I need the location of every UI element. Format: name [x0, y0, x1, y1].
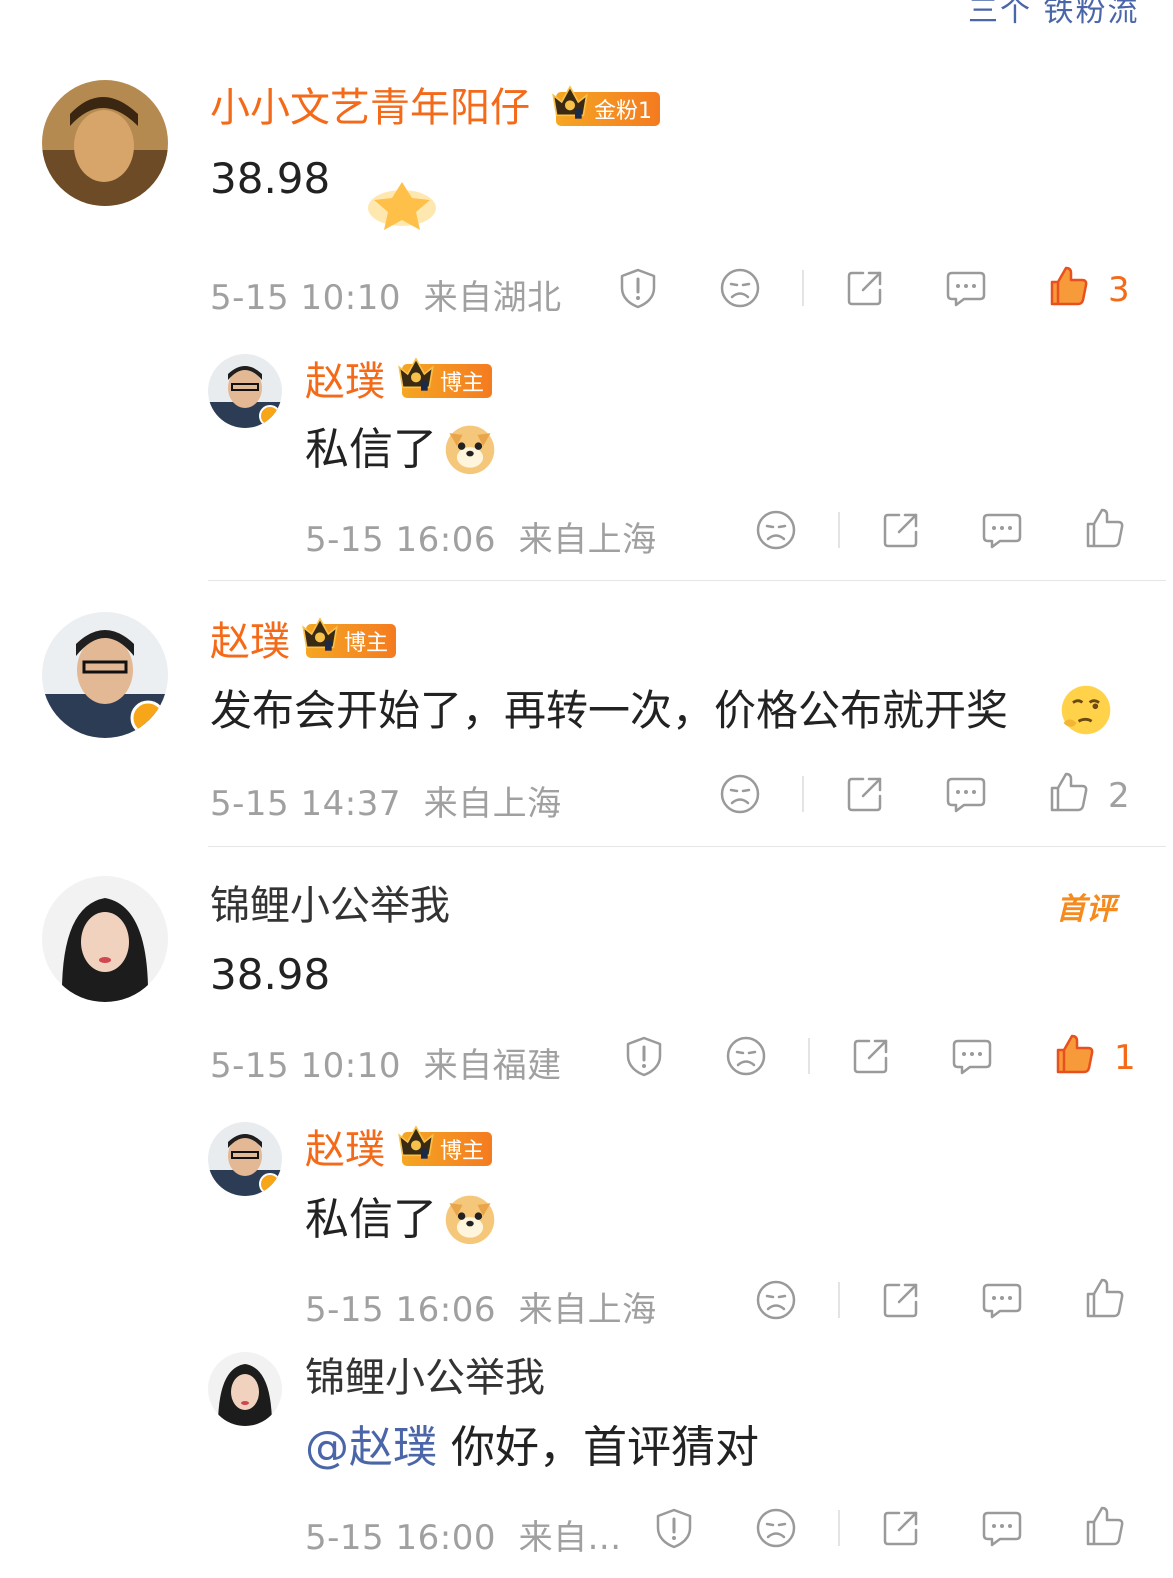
- username[interactable]: 赵璞: [210, 622, 290, 662]
- sticker-icon: [368, 182, 436, 230]
- reply-avatar[interactable]: [208, 354, 282, 428]
- comment-icon[interactable]: [950, 1034, 994, 1078]
- action-divider: [838, 1282, 840, 1318]
- blogger-badge: 博主: [402, 364, 493, 398]
- reply-body: 你好，首评猜对: [451, 1422, 759, 1473]
- crown-icon: [550, 82, 590, 122]
- like-icon[interactable]: [1082, 506, 1126, 550]
- fan-badge-label: 金粉1: [594, 99, 652, 124]
- like-icon[interactable]: [1082, 1276, 1126, 1320]
- reply-text: @赵璞 你好，首评猜对: [305, 1426, 759, 1470]
- action-divider: [838, 1510, 840, 1546]
- comment-text: 发布会开始了，再转一次，价格公布就开奖: [210, 686, 1009, 735]
- doge-emoji-icon: [442, 1190, 498, 1246]
- comment-icon[interactable]: [944, 266, 988, 310]
- crown-icon: [396, 354, 436, 394]
- blogger-badge-label: 博主: [344, 631, 389, 656]
- dislike-icon[interactable]: [718, 266, 762, 310]
- action-divider: [802, 776, 804, 812]
- avatar[interactable]: [42, 612, 168, 738]
- doge-emoji-icon: [442, 420, 498, 476]
- report-icon[interactable]: [622, 1034, 666, 1078]
- action-divider: [808, 1038, 810, 1074]
- like-icon[interactable]: [1046, 770, 1090, 814]
- crown-icon: [300, 614, 340, 654]
- action-divider: [802, 270, 804, 306]
- comment-text: 38.98: [210, 154, 331, 203]
- comment-divider: [208, 580, 1166, 581]
- reply-time: 5-15 16:00 来自...: [305, 1518, 622, 1558]
- dislike-icon[interactable]: [754, 1506, 798, 1550]
- comment-icon[interactable]: [980, 1278, 1024, 1322]
- comment-time: 5-15 10:10 来自湖北: [210, 278, 562, 318]
- crown-icon: [396, 1122, 436, 1162]
- comment-time: 5-15 14:37 来自上海: [210, 784, 562, 824]
- reply-text: 私信了: [305, 1194, 437, 1245]
- share-icon[interactable]: [879, 1506, 923, 1550]
- reply-time: 5-15 16:06 来自上海: [305, 520, 657, 560]
- comment-icon[interactable]: [944, 772, 988, 816]
- share-icon[interactable]: [843, 772, 887, 816]
- like-count: 1: [1114, 1038, 1136, 1078]
- reply-username[interactable]: 赵璞: [305, 1130, 385, 1170]
- share-icon[interactable]: [879, 508, 923, 552]
- blogger-badge: 博主: [306, 624, 397, 658]
- report-icon[interactable]: [652, 1506, 696, 1550]
- comment-divider: [208, 846, 1166, 847]
- avatar[interactable]: [42, 80, 168, 206]
- thinking-emoji-icon: [1058, 682, 1114, 738]
- blogger-badge: 博主: [402, 1132, 493, 1166]
- report-icon[interactable]: [616, 266, 660, 310]
- share-icon[interactable]: [843, 266, 887, 310]
- like-count: 2: [1108, 776, 1130, 816]
- like-count: 3: [1108, 270, 1130, 310]
- reply-username[interactable]: 赵璞: [305, 362, 385, 402]
- reply-text: 私信了: [305, 424, 437, 475]
- reply-time: 5-15 16:06 来自上海: [305, 1290, 657, 1330]
- comment-time: 5-15 10:10 来自福建: [210, 1046, 562, 1086]
- username[interactable]: 小小文艺青年阳仔: [210, 88, 530, 128]
- comment-icon[interactable]: [980, 508, 1024, 552]
- like-icon[interactable]: [1082, 1504, 1126, 1548]
- reply-username[interactable]: 锦鲤小公举我: [305, 1358, 545, 1398]
- reply-avatar[interactable]: [208, 1352, 282, 1426]
- blogger-badge-label: 博主: [440, 371, 485, 396]
- fan-badge: 金粉1: [556, 92, 660, 126]
- top-strip-text: 三个 铁粉流: [968, 0, 1140, 29]
- share-icon[interactable]: [849, 1034, 893, 1078]
- username[interactable]: 锦鲤小公举我: [210, 886, 450, 926]
- dislike-icon[interactable]: [754, 1278, 798, 1322]
- dislike-icon[interactable]: [718, 772, 762, 816]
- action-divider: [838, 512, 840, 548]
- blogger-badge-label: 博主: [440, 1139, 485, 1164]
- like-icon[interactable]: [1052, 1032, 1096, 1076]
- mention-link[interactable]: @赵璞: [305, 1422, 437, 1473]
- comment-icon[interactable]: [980, 1506, 1024, 1550]
- dislike-icon[interactable]: [754, 508, 798, 552]
- like-icon[interactable]: [1046, 264, 1090, 308]
- reply-avatar[interactable]: [208, 1122, 282, 1196]
- dislike-icon[interactable]: [724, 1034, 768, 1078]
- share-icon[interactable]: [879, 1278, 923, 1322]
- avatar[interactable]: [42, 876, 168, 1002]
- comment-text: 38.98: [210, 950, 331, 999]
- first-comment-tag: 首评: [1056, 892, 1116, 927]
